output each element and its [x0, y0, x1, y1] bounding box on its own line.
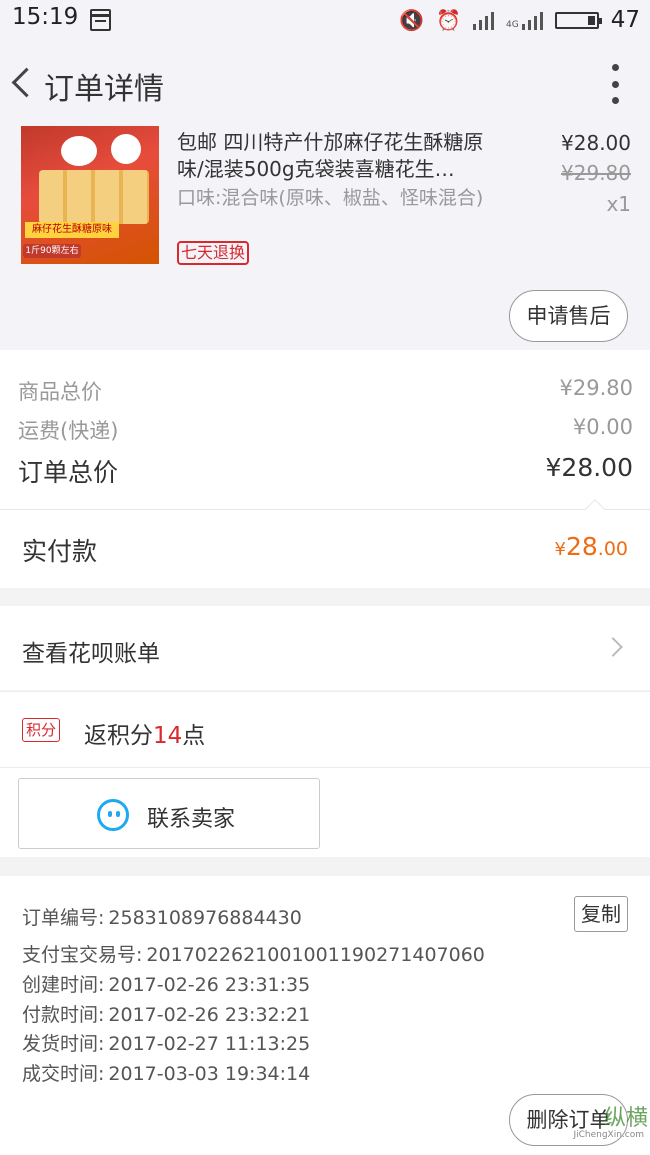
points-prefix: 返积分	[84, 723, 153, 749]
completed-time-label: 成交时间:	[22, 1063, 105, 1085]
paid-value: ¥28.00	[555, 532, 628, 561]
after-sale-button[interactable]: 申请售后	[509, 290, 628, 342]
goods-total-row: 商品总价 ¥29.80	[18, 376, 633, 406]
paid-time-label: 付款时间:	[22, 1004, 105, 1026]
alipay-number-row: 支付宝交易号: 2017022621001001190271407060	[22, 940, 485, 967]
copy-button[interactable]: 复制	[574, 896, 628, 932]
back-icon[interactable]	[6, 62, 40, 102]
contact-section: 联系卖家	[0, 767, 650, 857]
goods-total-value: ¥29.80	[559, 376, 633, 400]
watermark-url: JiChengXin.com	[573, 1130, 644, 1140]
goods-total-label: 商品总价	[18, 380, 102, 404]
return-policy-tag: 七天退换	[177, 241, 250, 265]
price-summary: 商品总价 ¥29.80 运费(快递) ¥0.00 订单总价 ¥28.00 实付款…	[0, 350, 650, 588]
contact-seller-label: 联系卖家	[147, 807, 236, 832]
shipped-time-row: 发货时间: 2017-02-27 11:13:25	[22, 1029, 310, 1056]
order-total-row: 订单总价 ¥28.00	[18, 453, 633, 489]
points-text: 返积分14点	[84, 716, 205, 750]
network-type: 4G	[506, 20, 519, 30]
points-suffix: 点	[182, 723, 206, 749]
completed-time-row: 成交时间: 2017-03-03 19:34:14	[22, 1059, 310, 1086]
mascot-face	[111, 134, 141, 164]
points-tag: 积分	[22, 718, 61, 742]
watermark: 纵横	[603, 1106, 648, 1131]
product-price: ¥28.00	[561, 131, 631, 155]
bottom-bar: 删除订单 纵横 JiChengXin.com	[0, 1086, 650, 1155]
battery-level: 47	[610, 7, 640, 33]
completed-time: 2017-03-03 19:34:14	[108, 1063, 311, 1085]
contact-seller-button[interactable]: 联系卖家	[18, 778, 320, 849]
order-number-label: 订单编号:	[22, 907, 105, 929]
product-image[interactable]: 麻仔花生酥糖原味 1斤90颗左右	[21, 126, 159, 264]
status-time: 15:19	[12, 4, 79, 30]
huabei-bill-row[interactable]: 查看花呗账单	[0, 606, 650, 690]
status-bar: 15:19 🔇 ⏰ 4G 47	[0, 0, 650, 42]
created-time: 2017-02-26 23:31:35	[108, 974, 311, 996]
divider	[0, 509, 650, 510]
product-original-price: ¥29.80	[561, 161, 631, 185]
shipping-value: ¥0.00	[572, 415, 633, 439]
order-number: 2583108976884430	[108, 907, 302, 929]
snack-illustration	[39, 170, 149, 224]
paid-currency: ¥	[554, 539, 566, 560]
created-time-label: 创建时间:	[22, 974, 105, 996]
more-icon[interactable]	[610, 64, 620, 104]
wangwang-icon	[97, 799, 129, 831]
image-badge: 麻仔花生酥糖原味	[25, 222, 119, 238]
status-icons: 🔇 ⏰ 4G 47	[399, 4, 640, 36]
paid-time-row: 付款时间: 2017-02-26 23:32:21	[22, 1000, 310, 1027]
signal-4g-icon: 4G	[506, 10, 543, 30]
order-total-value: ¥28.00	[545, 453, 633, 482]
shipping-row: 运费(快递) ¥0.00	[18, 415, 633, 445]
signal-icon	[473, 10, 495, 30]
paid-dec: .00	[597, 538, 628, 560]
mute-icon: 🔇	[399, 8, 425, 32]
paid-label: 实付款	[22, 537, 98, 566]
paid-int: 28	[565, 532, 598, 561]
page-header: 订单详情	[0, 42, 650, 124]
chevron-right-icon	[603, 637, 623, 657]
battery-icon	[554, 11, 602, 29]
shipped-time: 2017-02-27 11:13:25	[108, 1033, 311, 1055]
mascot-face	[61, 136, 97, 166]
points-value: 14	[153, 723, 183, 749]
order-total-label: 订单总价	[18, 458, 119, 487]
order-info: 订单编号: 2583108976884430 复制 支付宝交易号: 20170226…	[0, 876, 650, 1086]
product-card[interactable]: 麻仔花生酥糖原味 1斤90颗左右 包邮 四川特产什邡麻仔花生酥糖原味/混装500…	[0, 124, 650, 350]
product-sku: 口味:混合味(原味、椒盐、怪味混合)	[177, 187, 484, 209]
order-number-row: 订单编号: 2583108976884430	[22, 903, 302, 930]
alipay-number-label: 支付宝交易号:	[22, 944, 143, 966]
paid-time: 2017-02-26 23:32:21	[108, 1004, 311, 1026]
shipping-label: 运费(快递)	[18, 419, 119, 443]
created-time-row: 创建时间: 2017-02-26 23:31:35	[22, 970, 310, 997]
image-badge: 1斤90颗左右	[23, 244, 81, 258]
shipped-time-label: 发货时间:	[22, 1033, 105, 1055]
alarm-icon: ⏰	[436, 8, 462, 32]
page-title: 订单详情	[44, 72, 164, 107]
divider-notch	[585, 499, 605, 519]
huabei-bill-label: 查看花呗账单	[22, 641, 160, 667]
points-row: 积分 返积分14点	[0, 691, 650, 767]
alipay-number: 2017022621001001190271407060	[146, 944, 485, 966]
product-quantity: x1	[606, 192, 631, 216]
product-title[interactable]: 包邮 四川特产什邡麻仔花生酥糖原味/混装500g克袋装喜糖花生…	[177, 129, 507, 183]
notification-icon	[90, 9, 111, 31]
